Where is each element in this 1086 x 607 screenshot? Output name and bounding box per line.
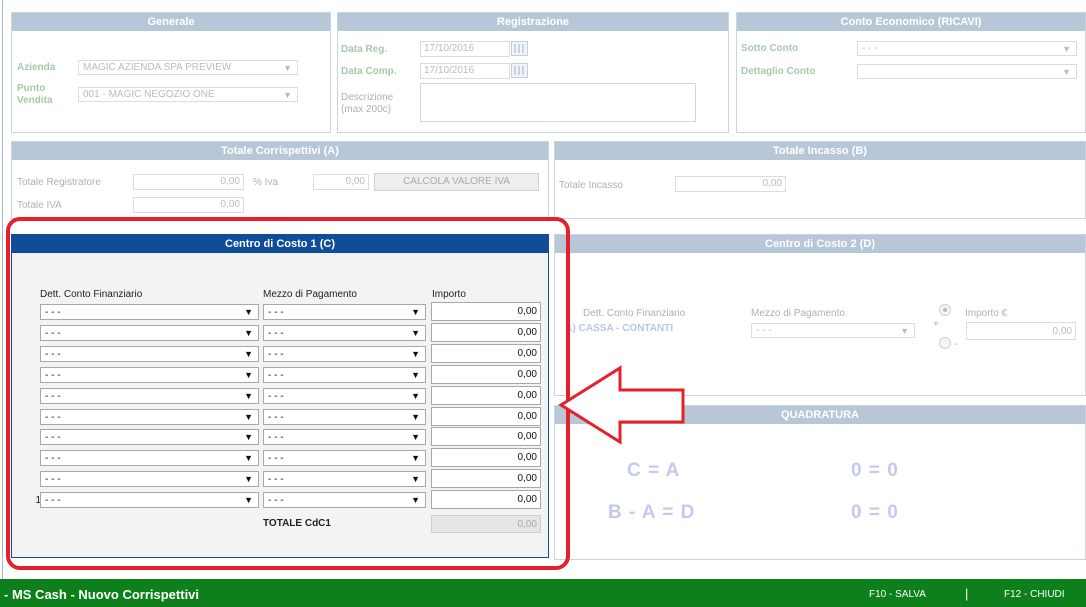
totale-registratore-label: Totale Registratore [17,177,101,188]
totale-incasso-header: Totale Incasso (B) [555,142,1085,160]
cdc2-mezzo-select[interactable]: - - - ▼ [751,323,915,338]
cdc2-conto-value: 1) CASSA - CONTANTI [567,323,674,334]
calcola-iva-button[interactable]: CALCOLA VALORE IVA [374,173,539,191]
registrazione-header: Registrazione [338,13,728,31]
eq2-right: 0 = 0 [851,502,899,523]
status-bar: - MS Cash - Nuovo Corrispettivi F10 - SA… [0,579,1086,607]
punto-vendita-value: 001 - MAGIC NEGOZIO ONE [83,89,215,100]
data-comp-label: Data Comp. [341,66,397,77]
dettaglio-conto-select[interactable]: ▼ [857,64,1077,79]
calendar-icon[interactable] [511,63,528,78]
close-button[interactable]: F12 - CHIUDI [1004,589,1065,600]
conto-economico-header: Conto Economico (RICAVI) [737,13,1085,31]
dettaglio-conto-label: Dettaglio Conto [741,66,816,77]
minus-radio[interactable] [939,337,951,349]
sotto-conto-label: Sotto Conto [741,43,799,54]
azienda-select[interactable]: MAGIC AZIENDA SPA PREVIEW ▼ [78,60,298,75]
totale-corrispettivi-panel: Totale Corrispettivi (A) Totale Registra… [11,141,549,219]
totale-iva-label: Totale IVA [17,200,62,211]
vendita-label: Vendita [17,95,53,106]
highlight-frame [6,217,570,570]
radio-dot-icon [943,308,947,312]
minus-label: - [954,339,958,350]
totale-registratore-input[interactable]: 0,00 [133,174,244,190]
cdc2-importo-header: Importo € [965,308,1008,319]
azienda-value: MAGIC AZIENDA SPA PREVIEW [83,62,232,73]
descrizione-label: Descrizione [341,92,394,103]
cdc2-mezzo-header: Mezzo di Pagamento [751,308,845,319]
punto-vendita-select[interactable]: 001 - MAGIC NEGOZIO ONE ▼ [78,87,298,102]
chevron-down-icon: ▼ [283,90,292,100]
calendar-icon[interactable] [511,41,528,56]
totale-incasso-input[interactable]: 0,00 [675,176,786,192]
sotto-conto-value: - - - [862,43,878,54]
generale-header: Generale [12,13,330,31]
save-button[interactable]: F10 - SALVA [869,589,926,600]
cdc2-header: Centro di Costo 2 (D) [555,235,1085,253]
totale-corrispettivi-header: Totale Corrispettivi (A) [12,142,548,160]
cdc2-importo-input[interactable]: 0,00 [966,322,1076,340]
azienda-label: Azienda [17,62,56,73]
cdc2-conto-header: Dett. Conto Finanziario [583,308,686,319]
eq1-left: C = A [627,460,681,481]
chevron-down-icon: ▼ [1062,67,1071,77]
plus-radio[interactable] [939,304,951,316]
conto-economico-panel: Conto Economico (RICAVI) Sotto Conto - -… [736,12,1086,133]
arrow-left-icon [558,365,685,445]
iva-pct-input[interactable]: 0,00 [313,174,369,190]
data-reg-input[interactable]: 17/10/2016 [420,41,510,57]
cdc2-mezzo-value: - - - [756,325,772,336]
status-title: - MS Cash - Nuovo Corrispettivi [4,587,200,602]
status-separator: | [965,586,969,601]
chevron-down-icon: ▼ [900,326,909,336]
iva-pct-label: % Iva [253,177,279,188]
data-reg-label: Data Reg. [341,44,388,55]
eq1-right: 0 = 0 [851,460,899,481]
descrizione-max-label: (max 200c) [341,104,392,115]
totale-incasso-label: Totale Incasso [559,180,623,191]
totale-iva-input[interactable]: 0,00 [133,197,244,213]
eq2-left: B - A = D [608,502,696,523]
left-edge [2,0,3,579]
punto-label: Punto [17,83,46,94]
plus-label: + [933,319,939,330]
data-comp-input[interactable]: 17/10/2016 [420,63,510,79]
chevron-down-icon: ▼ [1062,44,1071,54]
generale-panel: Generale Azienda MAGIC AZIENDA SPA PREVI… [11,12,331,133]
descrizione-textarea[interactable] [420,83,696,122]
registrazione-panel: Registrazione Data Reg. 17/10/2016 Data … [337,12,729,133]
sotto-conto-select[interactable]: - - - ▼ [857,41,1077,56]
chevron-down-icon: ▼ [283,63,292,73]
totale-incasso-panel: Totale Incasso (B) Totale Incasso 0,00 [554,141,1086,219]
